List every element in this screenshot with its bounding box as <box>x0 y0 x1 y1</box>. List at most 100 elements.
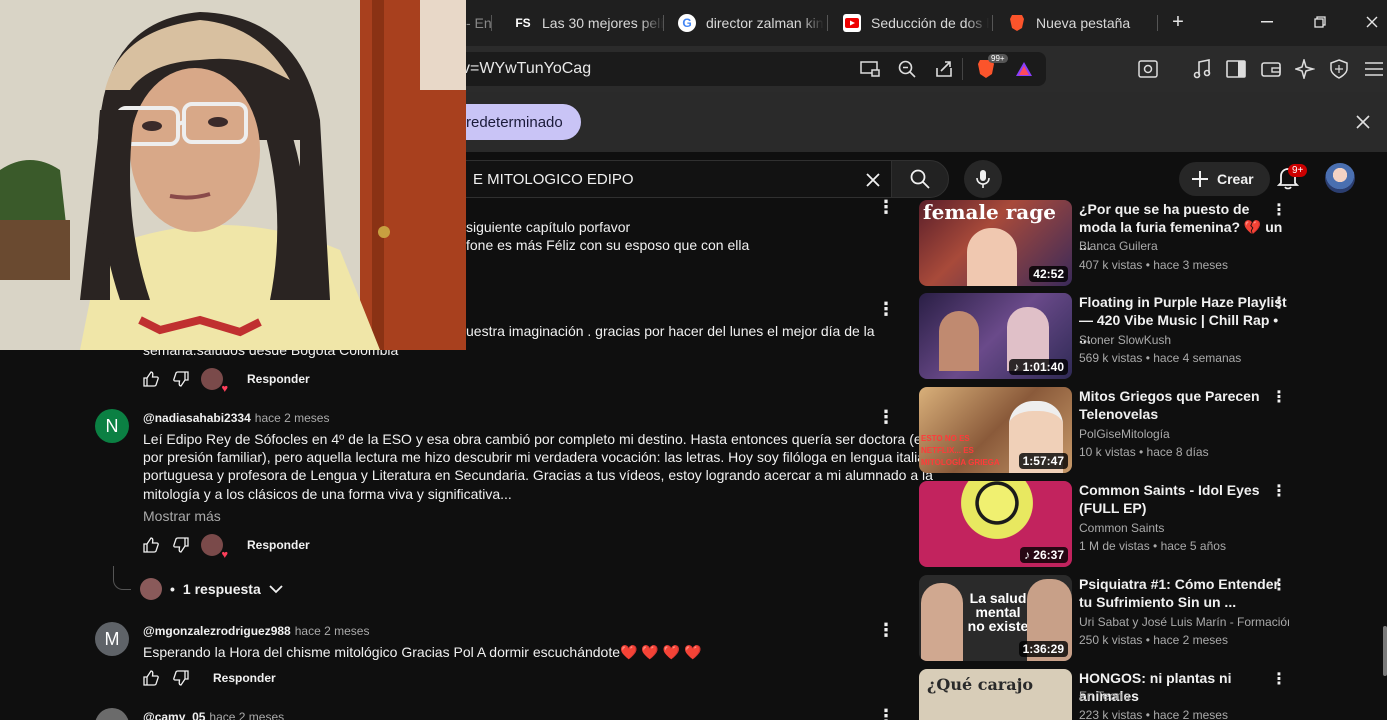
view-replies-button[interactable]: • 1 respuesta <box>140 578 283 600</box>
avatar-letter: M <box>104 628 120 649</box>
address-url[interactable]: v=WYwTunYoCag <box>462 60 591 78</box>
video-title[interactable]: Mitos Griegos que Parecen Telenovelas <box>1079 387 1289 423</box>
search-input[interactable]: E MITOLOGICO EDIPO <box>440 160 892 198</box>
music-icon[interactable] <box>1190 57 1214 81</box>
comment-text: Esperando la Hora del chisme mitológico … <box>143 644 702 660</box>
dislike-icon[interactable] <box>171 535 191 555</box>
video-menu-icon[interactable]: ⋮ <box>1269 387 1289 407</box>
chevron-down-icon <box>269 585 283 594</box>
thumbnail-person <box>967 228 1017 286</box>
show-more-link[interactable]: Mostrar más <box>143 508 221 524</box>
creator-heart-icon <box>201 534 228 561</box>
comment-menu-icon[interactable]: ⋮ <box>876 620 896 640</box>
zoom-icon[interactable] <box>895 57 919 81</box>
comment-menu-icon[interactable]: ⋮ <box>876 197 896 217</box>
video-thumbnail[interactable]: ¿Qué carajo <box>919 669 1072 720</box>
channel-name[interactable]: Uri Sabat y José Luis Marín - Formación … <box>1079 615 1289 629</box>
tab-title: Seducción de dos l <box>871 15 990 31</box>
video-menu-icon[interactable]: ⋮ <box>1269 200 1289 220</box>
related-video[interactable]: ♪ 26:37 Common Saints - Idol Eyes (FULL … <box>919 481 1359 567</box>
vpn-shield-icon[interactable] <box>1327 57 1351 81</box>
channel-name[interactable]: PolGiseMitología <box>1079 427 1289 441</box>
comment-menu-icon[interactable]: ⋮ <box>876 299 896 319</box>
comment-author[interactable]: @nadiasahabi2334 <box>143 411 251 425</box>
sidebar-toggle-icon[interactable] <box>1224 57 1248 81</box>
leo-ai-icon[interactable] <box>1293 57 1317 81</box>
search-button[interactable] <box>891 160 949 198</box>
reply-button[interactable]: Responder <box>247 372 310 386</box>
new-tab-plus-icon[interactable]: + <box>1166 10 1190 34</box>
like-icon[interactable] <box>141 535 161 555</box>
video-duration: ♪ 1:01:40 <box>1009 359 1068 375</box>
comment-author[interactable]: @camy_05 <box>143 710 205 720</box>
close-infobar-icon[interactable] <box>1351 110 1375 134</box>
channel-name[interactable]: Blanca Guilera <box>1079 239 1289 253</box>
related-video[interactable]: La salud mental no existe 1:36:29 Psiqui… <box>919 575 1359 661</box>
close-window-icon[interactable] <box>1360 10 1384 34</box>
dislike-icon[interactable] <box>171 668 191 688</box>
video-title[interactable]: Psiquiatra #1: Cómo Entender tu Sufrimie… <box>1079 575 1289 611</box>
related-video[interactable]: ¿Qué carajo HONGOS: ni plantas ni animal… <box>919 669 1359 720</box>
comment-time[interactable]: hace 2 meses <box>295 624 370 638</box>
tab-google-search[interactable]: G director zalman kin <box>678 6 828 40</box>
bullet: • <box>170 581 175 597</box>
like-icon[interactable] <box>141 668 161 688</box>
avatar[interactable]: M <box>95 622 129 656</box>
creator-heart-icon <box>201 368 228 395</box>
screenshot-icon[interactable] <box>1136 57 1160 81</box>
minimize-icon[interactable] <box>1255 10 1279 34</box>
reply-button[interactable]: Responder <box>213 671 276 685</box>
channel-name[interactable]: Common Saints <box>1079 521 1289 535</box>
video-menu-icon[interactable]: ⋮ <box>1269 575 1289 595</box>
thumbnail-person <box>921 583 963 661</box>
create-button[interactable]: Crear <box>1179 162 1270 196</box>
tab-las-30-mejores[interactable]: FS Las 30 mejores pelí <box>514 6 664 40</box>
video-thumbnail[interactable]: female rage 42:52 <box>919 200 1072 286</box>
video-meta: 250 k vistas • hace 2 meses <box>1079 633 1228 647</box>
video-thumbnail[interactable]: ♪ 1:01:40 <box>919 293 1072 379</box>
video-meta: 10 k vistas • hace 8 días <box>1079 445 1209 459</box>
tab-partial[interactable]: - En <box>466 6 492 40</box>
wallet-icon[interactable] <box>1259 57 1283 81</box>
tab-title: director zalman kin <box>706 15 824 31</box>
address-bar[interactable]: v=WYwTunYoCag 99+ <box>440 52 1046 86</box>
tab-youtube-video[interactable]: Seducción de dos l <box>843 6 993 40</box>
tab-new-tab[interactable]: Nueva pestaña <box>1008 6 1158 40</box>
divider <box>962 58 963 80</box>
reply-button[interactable]: Responder <box>247 538 310 552</box>
notifications-badge: 9+ <box>1288 164 1308 177</box>
video-menu-icon[interactable]: ⋮ <box>1269 293 1289 313</box>
video-title[interactable]: Common Saints - Idol Eyes (FULL EP) <box>1079 481 1289 517</box>
clear-search-icon[interactable] <box>860 167 886 193</box>
menu-icon[interactable] <box>1362 57 1386 81</box>
avatar[interactable] <box>95 708 129 720</box>
comment-author[interactable]: @mgonzalezrodriguez988 <box>143 624 291 638</box>
search-query[interactable]: E MITOLOGICO EDIPO <box>473 171 634 188</box>
avatar[interactable]: N <box>95 409 129 443</box>
comment-line: mitología y a los clásicos de una forma … <box>143 486 512 502</box>
like-icon[interactable] <box>141 369 161 389</box>
channel-name[interactable]: En Teoría <box>1079 689 1289 703</box>
video-thumbnail[interactable]: ESTO NO ES NETFLIX... ES MITOLOGÍA GRIEG… <box>919 387 1072 473</box>
video-thumbnail[interactable]: La salud mental no existe 1:36:29 <box>919 575 1072 661</box>
channel-name[interactable]: Stoner SlowKush <box>1079 333 1289 347</box>
brave-rewards-icon[interactable] <box>1012 57 1036 81</box>
comment-menu-icon[interactable]: ⋮ <box>876 407 896 427</box>
video-menu-icon[interactable]: ⋮ <box>1269 669 1289 689</box>
comment-time[interactable]: hace 2 meses <box>209 710 284 720</box>
cast-icon[interactable] <box>858 57 882 81</box>
account-avatar[interactable] <box>1325 163 1355 193</box>
video-menu-icon[interactable]: ⋮ <box>1269 481 1289 501</box>
dislike-icon[interactable] <box>171 369 191 389</box>
related-video[interactable]: ESTO NO ES NETFLIX... ES MITOLOGÍA GRIEG… <box>919 387 1359 473</box>
share-icon[interactable] <box>932 57 956 81</box>
voice-search-button[interactable] <box>964 160 1002 198</box>
video-duration: ♪ 26:37 <box>1019 547 1068 563</box>
comment-menu-icon[interactable]: ⋮ <box>876 706 896 720</box>
video-thumbnail[interactable]: ♪ 26:37 <box>919 481 1072 567</box>
restore-icon[interactable] <box>1308 10 1332 34</box>
related-video[interactable]: ♪ 1:01:40 Floating in Purple Haze Playli… <box>919 293 1359 379</box>
comment-time[interactable]: hace 2 meses <box>255 411 330 425</box>
related-video[interactable]: female rage 42:52 ¿Por que se ha puesto … <box>919 200 1359 286</box>
page-scrollbar[interactable] <box>1383 626 1387 676</box>
